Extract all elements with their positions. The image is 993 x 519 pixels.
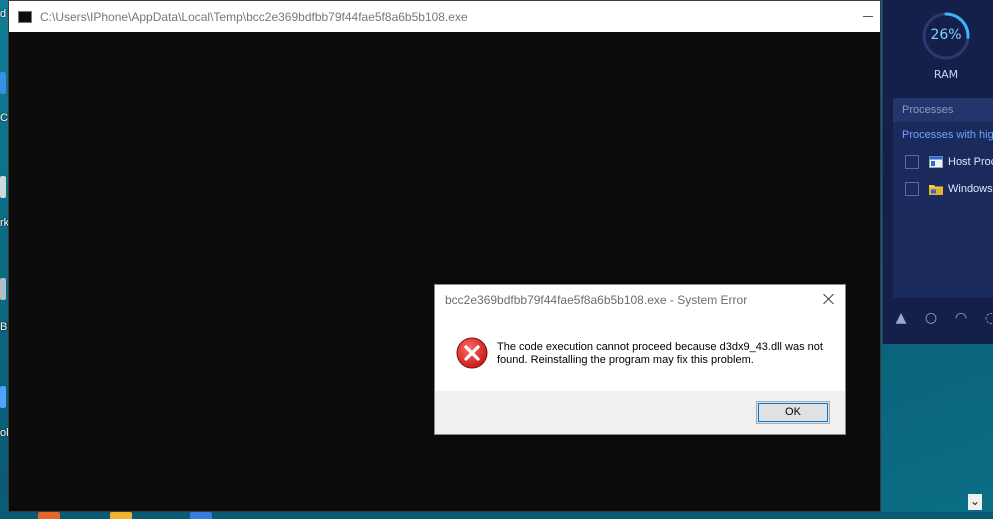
desktop-icon-label[interactable]: d [0, 8, 6, 20]
process-name: Host Proc [948, 156, 993, 168]
console-app-icon [18, 10, 32, 23]
desktop-icon[interactable] [0, 176, 6, 198]
cleanup-icon[interactable]: ◌ [983, 310, 993, 326]
dialog-footer: OK [435, 391, 845, 434]
rocket-icon[interactable]: ▲ [893, 310, 909, 326]
ram-label: RAM [933, 68, 959, 81]
desktop-icon-label[interactable]: C [0, 112, 8, 124]
taskbar-app-icon[interactable] [110, 512, 132, 519]
speed-icon[interactable]: ◠ [953, 310, 969, 326]
processes-header: Processes [893, 98, 993, 122]
process-row[interactable]: Windows [905, 181, 993, 197]
console-titlebar[interactable]: C:\Users\IPhone\AppData\Local\Temp\bcc2e… [9, 1, 880, 32]
window-app-icon [929, 156, 943, 168]
dialog-message: The code execution cannot proceed becaus… [497, 341, 823, 366]
folder-icon [929, 185, 943, 195]
recycle-bin-icon[interactable] [0, 278, 6, 300]
taskbar-app-icon[interactable] [190, 512, 212, 519]
search-icon[interactable]: ○ [923, 310, 939, 326]
ram-percent: 26% [930, 27, 962, 43]
dialog-title: bcc2e369bdfbb79f44fae5f8a6b5b108.exe - S… [445, 293, 748, 307]
process-checkbox[interactable] [905, 182, 919, 196]
minimize-button[interactable] [856, 1, 880, 32]
scroll-down-button[interactable]: ⌄ [968, 494, 982, 510]
optimizer-panel: 26% RAM Processes Processes with high Ho… [882, 0, 993, 344]
console-window[interactable]: C:\Users\IPhone\AppData\Local\Temp\bcc2e… [8, 0, 881, 512]
desktop-icon[interactable] [0, 386, 6, 408]
processes-box: Processes Processes with high Host Proc … [893, 98, 993, 298]
system-error-dialog[interactable]: bcc2e369bdfbb79f44fae5f8a6b5b108.exe - S… [434, 284, 846, 435]
process-name: Windows [948, 183, 993, 195]
process-checkbox[interactable] [905, 155, 919, 169]
optimizer-toolbar: ▲ ○ ◠ ◌ [893, 310, 993, 326]
close-icon[interactable] [821, 291, 837, 307]
processes-subheading: Processes with high [902, 129, 993, 141]
console-title: C:\Users\IPhone\AppData\Local\Temp\bcc2e… [40, 9, 468, 24]
error-icon [456, 337, 488, 369]
minimize-icon [863, 16, 873, 17]
desktop-icon[interactable] [0, 72, 6, 94]
process-row[interactable]: Host Proc [905, 154, 993, 170]
taskbar [0, 512, 993, 519]
taskbar-app-icon[interactable] [38, 512, 60, 519]
ok-button[interactable]: OK [756, 401, 830, 424]
